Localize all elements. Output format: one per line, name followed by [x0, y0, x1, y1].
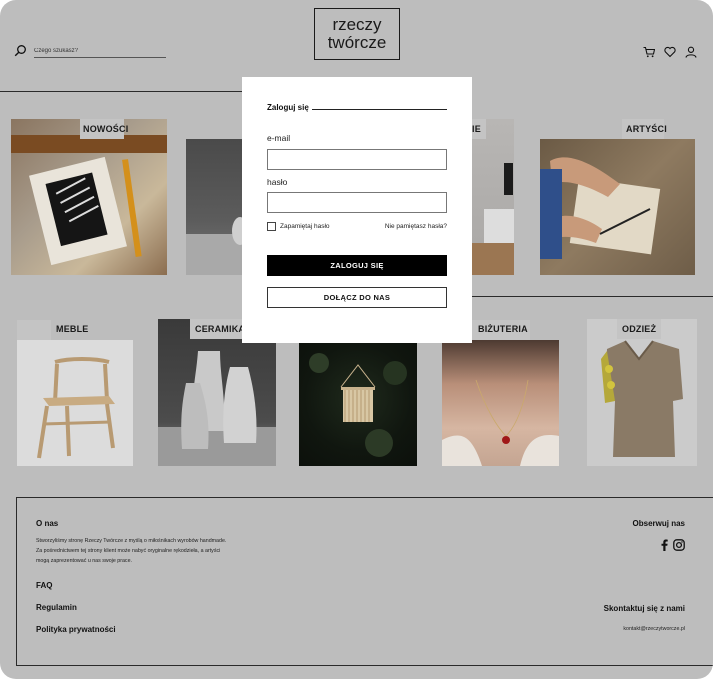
category-image — [587, 319, 697, 466]
label-background — [17, 320, 51, 340]
join-button[interactable]: DOŁĄCZ DO NAS — [267, 287, 447, 308]
about-title: O nas — [36, 519, 59, 528]
contact-title: Skontaktuj się z nami — [603, 604, 685, 613]
terms-link[interactable]: Regulamin — [36, 603, 77, 612]
email-field[interactable] — [267, 149, 447, 170]
category-label: NOWOŚCI — [83, 124, 129, 134]
title-divider — [312, 109, 447, 110]
follow-title: Obserwuj nas — [632, 519, 685, 528]
category-image — [299, 343, 417, 466]
cart-icon[interactable] — [643, 45, 656, 63]
category-label: MEBLE — [56, 324, 89, 334]
category-image — [540, 139, 695, 275]
email-label: e-mail — [267, 133, 291, 143]
password-field[interactable] — [267, 192, 447, 213]
header-icons — [643, 45, 697, 63]
remember-label: Zapamiętaj hasło — [280, 223, 330, 230]
logo-line-2: twórcze — [327, 33, 387, 52]
instagram-icon[interactable] — [673, 538, 685, 556]
about-line: mogą zaprezentować u nas swoje prace. — [36, 558, 132, 564]
search-icon[interactable] — [14, 44, 27, 62]
category-label: ODZIEŻ — [622, 324, 657, 334]
heart-icon[interactable] — [664, 45, 676, 63]
category-label: CERAMIKA — [195, 324, 246, 334]
category-label: BIŻUTERIA — [478, 324, 528, 334]
header-divider — [0, 91, 242, 92]
category-image — [472, 119, 514, 275]
search-bar — [14, 44, 166, 62]
category-image — [17, 340, 133, 466]
category-label: ARTYŚCI — [626, 124, 667, 134]
page: rzeczy twórcze Czego szukasz? NOWOŚCI IE… — [0, 0, 713, 679]
category-image — [11, 119, 167, 275]
facebook-icon[interactable] — [661, 538, 668, 556]
user-icon[interactable] — [685, 45, 697, 63]
category-image — [442, 340, 559, 466]
category-label: IE — [472, 124, 481, 134]
login-button[interactable]: ZALOGUJ SIĘ — [267, 255, 447, 276]
forgot-password-link[interactable]: Nie pamiętasz hasła? — [385, 223, 447, 230]
search-input[interactable] — [34, 48, 166, 58]
category-image — [186, 139, 242, 275]
login-modal: Zaloguj się e-mail hasło Zapamiętaj hasł… — [242, 77, 472, 343]
about-line: Za pośrednictwem tej strony klient może … — [36, 548, 221, 554]
remember-checkbox[interactable] — [267, 222, 276, 231]
section-divider — [472, 296, 713, 297]
about-text: Stworzyliśmy stronę Rzeczy Twórcze z myś… — [36, 536, 226, 566]
contact-email[interactable]: kontakt@rzeczytworcze.pl — [623, 624, 685, 634]
about-line: Stworzyliśmy stronę Rzeczy Twórcze z myś… — [36, 538, 227, 544]
social-icons — [661, 538, 685, 556]
password-label: hasło — [267, 177, 288, 187]
logo-line-1: rzeczy — [332, 15, 382, 34]
site-logo[interactable]: rzeczy twórcze — [314, 8, 400, 60]
privacy-link[interactable]: Polityka prywatności — [36, 625, 116, 634]
faq-link[interactable]: FAQ — [36, 581, 52, 590]
modal-title: Zaloguj się — [267, 103, 309, 112]
remember-me[interactable]: Zapamiętaj hasło — [267, 222, 330, 231]
footer: O nas Stworzyliśmy stronę Rzeczy Twórcze… — [16, 497, 713, 666]
